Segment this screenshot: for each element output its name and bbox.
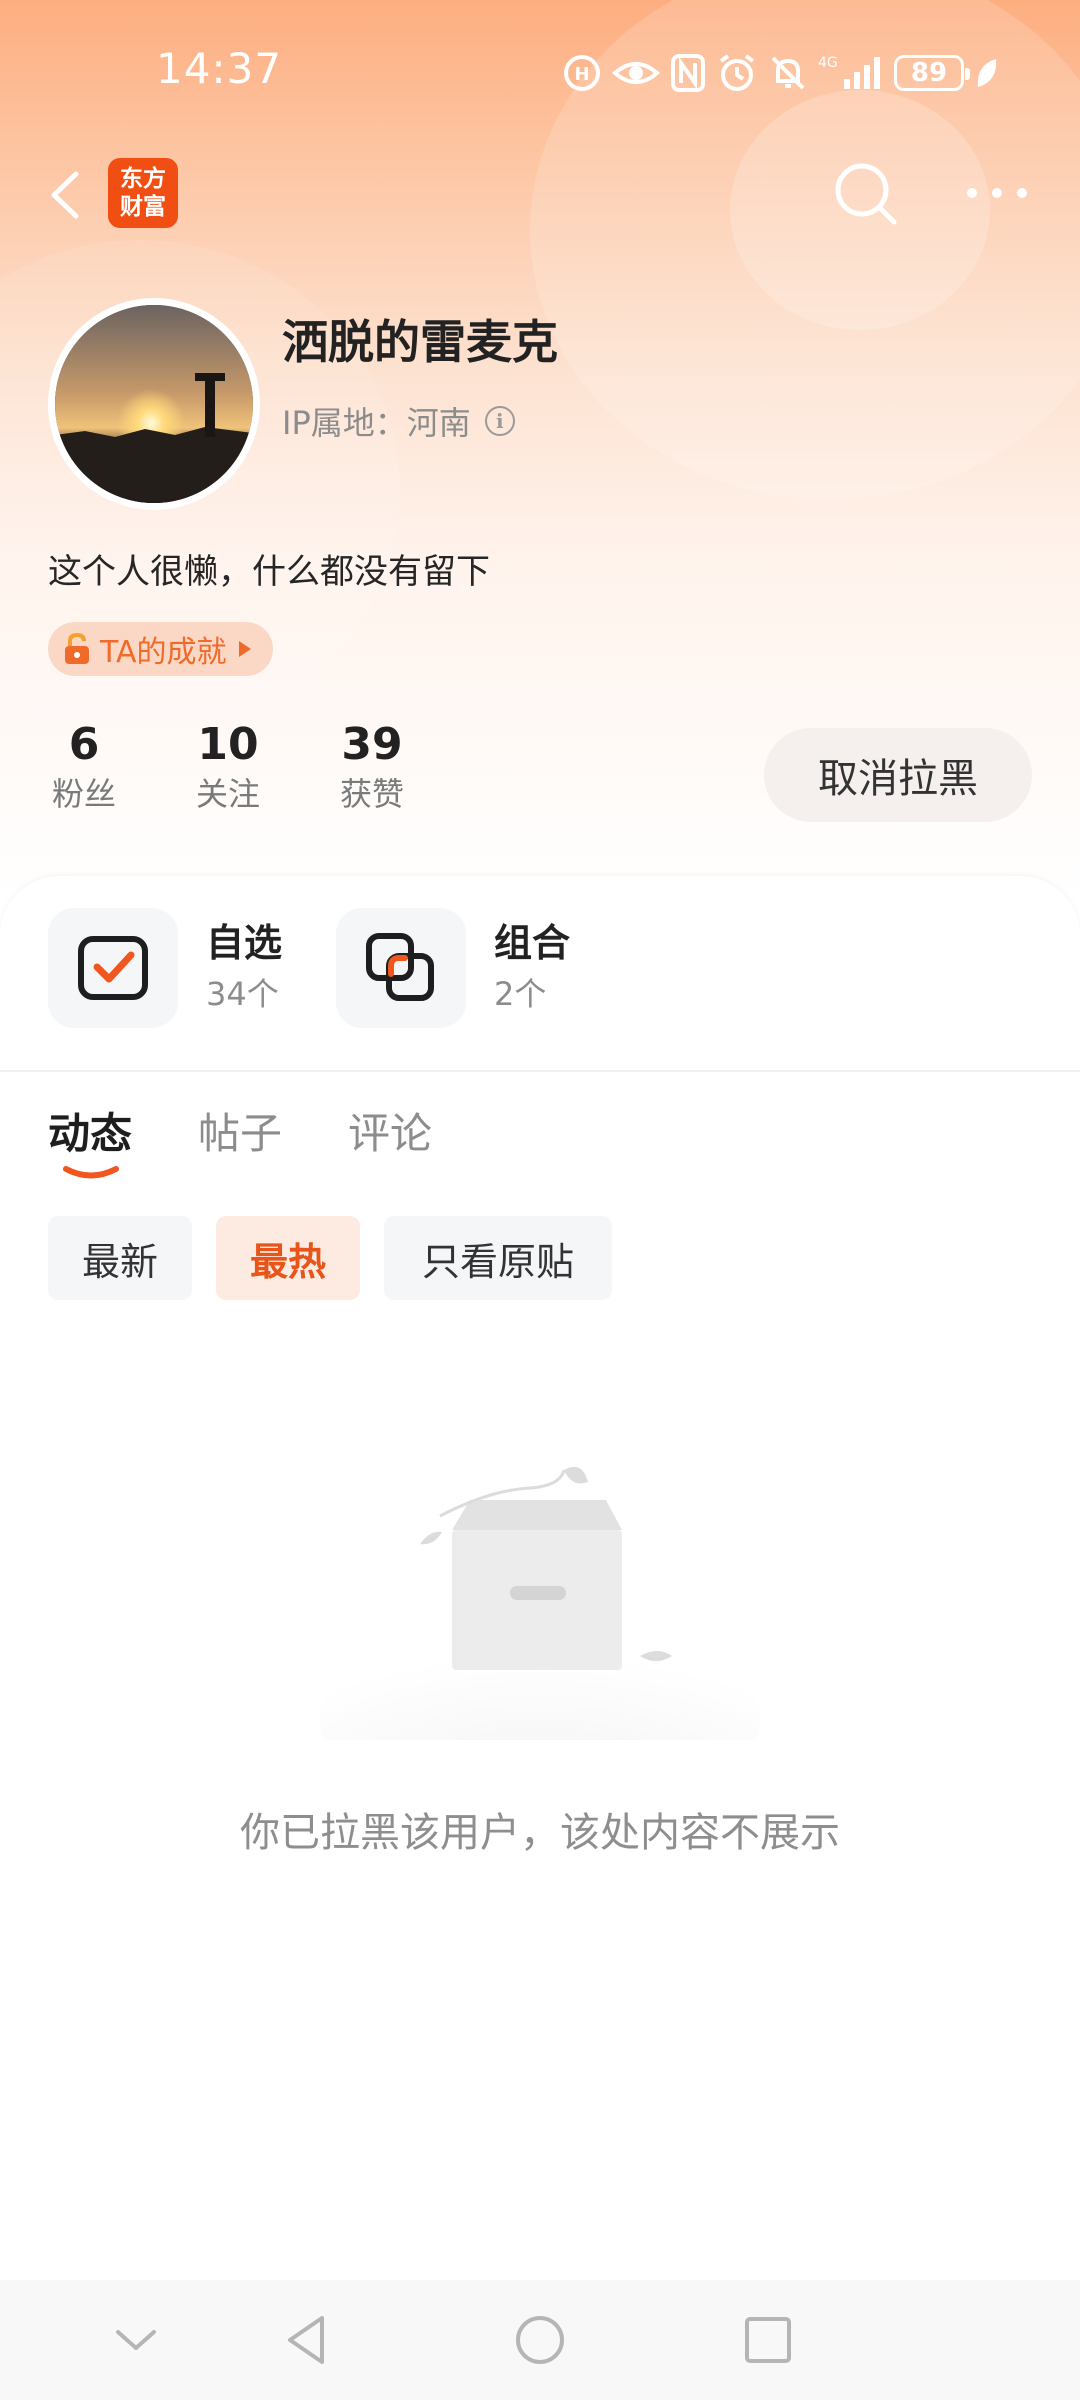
search-button[interactable] xyxy=(828,156,904,232)
feature-title: 自选 xyxy=(206,921,283,965)
alarm-icon xyxy=(719,54,755,91)
avatar[interactable] xyxy=(48,298,260,510)
checkbox-icon xyxy=(78,936,148,1000)
filter-hottest[interactable]: 最热 xyxy=(216,1216,360,1300)
svg-text:H: H xyxy=(574,64,589,85)
feature-icon-box xyxy=(336,908,466,1028)
stat-value: 10 xyxy=(197,719,259,770)
play-triangle-icon xyxy=(238,641,251,657)
tab-posts[interactable]: 帖子 xyxy=(198,1100,282,1161)
bio-text: 这个人很懒，什么都没有留下 xyxy=(48,552,490,592)
divider xyxy=(0,1070,1080,1072)
status-time: 14:37 xyxy=(156,44,283,93)
battery-indicator: 89 xyxy=(894,55,970,91)
overlap-squares-icon xyxy=(366,933,434,1001)
more-dots-icon xyxy=(967,188,1027,198)
stat-following[interactable]: 10 关注 xyxy=(186,718,270,816)
chevron-left-icon xyxy=(51,171,79,219)
stat-label: 关注 xyxy=(195,775,260,813)
app-logo: 东方 财富 xyxy=(108,158,178,228)
empty-box-illustration xyxy=(320,1466,760,1740)
tab-comments[interactable]: 评论 xyxy=(348,1100,432,1161)
ip-location: IP属地：河南 i xyxy=(282,398,515,444)
feature-count: 34个 xyxy=(206,975,279,1013)
filter-latest[interactable]: 最新 xyxy=(48,1216,192,1300)
achievement-badge[interactable]: TA的成就 xyxy=(48,622,273,676)
nav-back-button[interactable] xyxy=(278,2310,338,2370)
unblock-button[interactable]: 取消拉黑 xyxy=(764,728,1032,822)
stat-label: 粉丝 xyxy=(51,775,116,813)
achievement-label: TA的成就 xyxy=(100,635,227,670)
stat-followers[interactable]: 6 粉丝 xyxy=(42,718,126,816)
eye-icon xyxy=(612,62,660,84)
more-button[interactable] xyxy=(962,170,1032,216)
stat-likes[interactable]: 39 获赞 xyxy=(330,718,414,816)
status-icons: H 4G 89 xyxy=(562,50,1000,96)
signal-icon: 4G xyxy=(818,55,880,89)
feature-icon-box xyxy=(48,908,178,1028)
hd-call-icon: H xyxy=(564,55,600,91)
tab-activity[interactable]: 动态 xyxy=(48,1100,132,1161)
nfc-icon xyxy=(671,54,705,92)
watchlist-entry[interactable]: 自选 34个 xyxy=(48,908,282,1028)
filter-original-only[interactable]: 只看原贴 xyxy=(384,1216,612,1300)
network-type: 4G xyxy=(818,55,838,71)
lock-icon xyxy=(65,632,89,664)
empty-state-message: 你已拉黑该用户，该处内容不展示 xyxy=(240,1810,840,1856)
info-icon[interactable]: i xyxy=(484,406,515,436)
back-button[interactable] xyxy=(36,160,96,230)
feature-title: 组合 xyxy=(494,921,571,965)
ip-location-text: IP属地：河南 xyxy=(282,404,471,442)
stat-label: 获赞 xyxy=(339,775,404,813)
stat-value: 39 xyxy=(341,719,403,770)
active-tab-indicator xyxy=(63,1166,119,1179)
nav-home-button[interactable] xyxy=(510,2310,570,2370)
nav-recents-button[interactable] xyxy=(738,2310,798,2370)
nav-collapse-button[interactable] xyxy=(106,2310,166,2370)
mute-icon xyxy=(771,56,805,90)
portfolio-entry[interactable]: 组合 2个 xyxy=(336,908,570,1028)
battery-level: 89 xyxy=(910,58,948,88)
username: 洒脱的雷麦克 xyxy=(282,315,558,369)
logo-text-bottom: 财富 xyxy=(120,194,166,220)
logo-text-top: 东方 xyxy=(120,166,166,192)
search-icon xyxy=(835,163,897,225)
avatar-sunset-image xyxy=(55,305,253,503)
feature-count: 2个 xyxy=(494,975,547,1013)
stat-value: 6 xyxy=(68,719,100,770)
leaf-icon xyxy=(977,59,997,87)
